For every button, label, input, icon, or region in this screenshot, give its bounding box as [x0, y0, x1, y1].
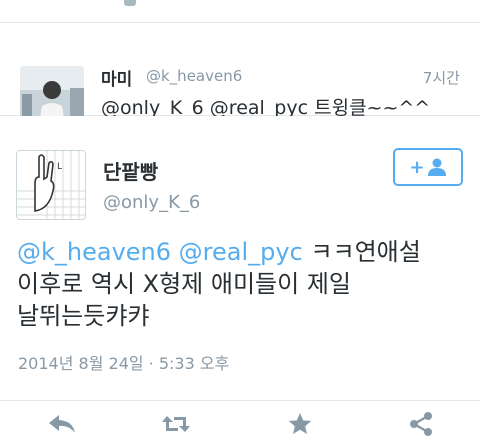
reply-icon — [49, 415, 75, 433]
svg-text:L: L — [57, 162, 62, 172]
partial-icon — [124, 0, 136, 6]
avatar[interactable]: L — [16, 150, 86, 220]
retweet-icon — [162, 416, 190, 432]
share-icon — [410, 412, 432, 436]
tweet-text-line-3: 날뛰는듯캬캬 — [17, 302, 150, 330]
main-handle[interactable]: @only_K_6 — [103, 192, 200, 213]
plus-icon: + — [409, 156, 425, 178]
reply-button[interactable] — [46, 410, 78, 438]
reply-name[interactable]: 마미 — [101, 65, 132, 90]
person-icon — [427, 158, 446, 176]
tweet-text-line-2: 이후로 역시 X형제 애미들이 제일 — [17, 270, 351, 298]
tweet-text-suffix: ㅋㅋ연애설 — [310, 238, 421, 266]
favorite-button[interactable] — [284, 410, 316, 438]
top-partial-tweet — [0, 0, 480, 23]
avatar-hand-drawing: L — [17, 151, 85, 219]
mention-link[interactable]: @real_pyc — [179, 238, 303, 266]
tweet-timestamp: 2014년 8월 24일 · 5:33 오후 — [18, 354, 230, 373]
follow-button[interactable]: + — [393, 148, 463, 186]
reply-time: 7시간 — [422, 69, 460, 87]
tweet-text-line-1: @k_heaven6 @real_pyc ㅋㅋ연애설 — [17, 236, 457, 268]
reply-handle[interactable]: @k_heaven6 — [146, 67, 242, 85]
favorite-icon — [288, 413, 312, 434]
share-button[interactable] — [405, 410, 437, 438]
mention-link[interactable]: @k_heaven6 — [17, 238, 171, 266]
main-name[interactable]: 단팥빵 — [103, 156, 158, 185]
tweet-text: @k_heaven6 @real_pyc ㅋㅋ연애설 이후로 역시 X형제 애미… — [17, 236, 457, 332]
reply-tweet[interactable]: 마미 @k_heaven6 7시간 @only_K_6 @real_pyc 트윙… — [0, 23, 480, 130]
retweet-button[interactable] — [160, 410, 192, 438]
